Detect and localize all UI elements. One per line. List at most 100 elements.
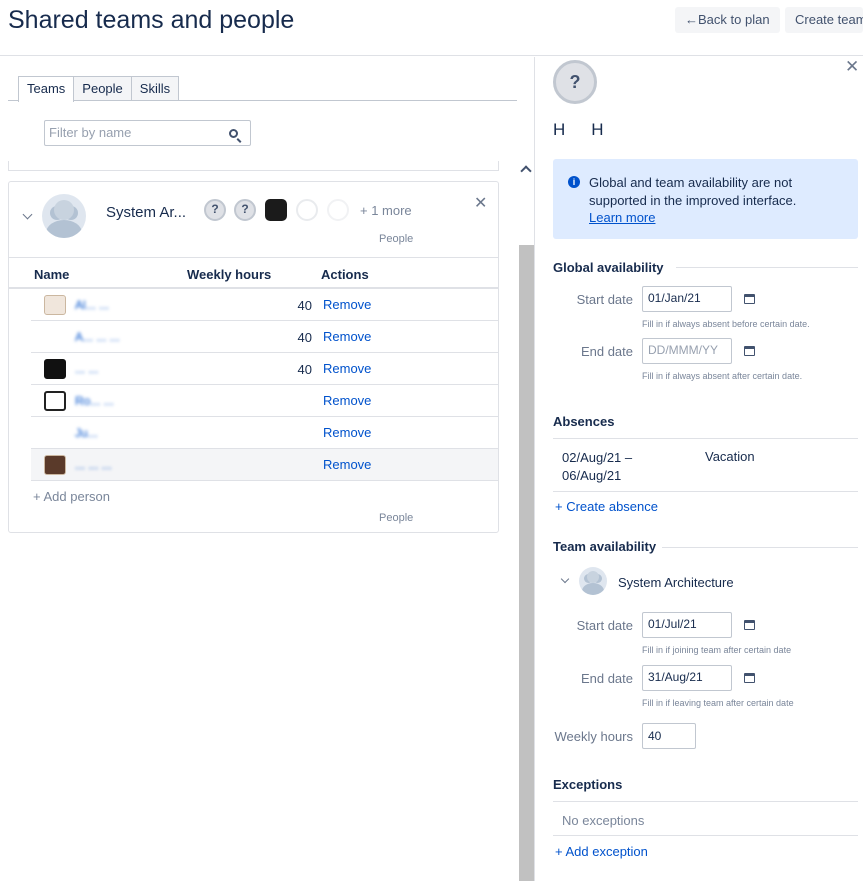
- more-members[interactable]: + 1 more: [360, 203, 412, 218]
- tab-skills[interactable]: Skills: [130, 76, 180, 101]
- exceptions-title: Exceptions: [553, 777, 623, 792]
- chevron-down-icon[interactable]: [560, 574, 570, 584]
- info-icon: i: [568, 176, 580, 188]
- person-name[interactable]: ... ... ...: [75, 458, 112, 472]
- team-avatar: [579, 567, 607, 595]
- absence-dates: 02/Aug/21 – 06/Aug/21: [562, 449, 632, 485]
- weekly-hours: 40: [297, 362, 312, 377]
- divider: [676, 267, 858, 268]
- team-avatar: [42, 194, 86, 238]
- absence-start: 02/Aug/21 –: [562, 450, 633, 465]
- team-start-date-field[interactable]: 01/Jul/21: [642, 612, 732, 638]
- table-row: ... ... 40 Remove: [31, 353, 498, 385]
- team-name[interactable]: System Ar...: [106, 204, 186, 221]
- create-absence-button[interactable]: + Create absence: [555, 499, 658, 514]
- page-title: Shared teams and people: [8, 6, 295, 34]
- info-text: Global and team availability are not sup…: [589, 175, 797, 208]
- person-name: HH: [553, 120, 630, 139]
- chevron-down-icon[interactable]: [22, 209, 33, 220]
- avatar: [44, 359, 66, 379]
- tab-bar: Teams People Skills: [18, 76, 180, 102]
- weekly-hours-field[interactable]: 40: [642, 723, 696, 749]
- team-card: System Ar... ? ? + 1 more People ✕ Name …: [8, 181, 499, 533]
- scroll-thumb[interactable]: [519, 245, 534, 881]
- member-avatar: ?: [204, 199, 226, 221]
- table-row: Al... ... 40 Remove: [31, 289, 498, 321]
- remove-button[interactable]: Remove: [323, 457, 371, 472]
- no-exceptions-text: No exceptions: [562, 813, 645, 828]
- tab-people[interactable]: People: [73, 76, 132, 101]
- teams-panel: Teams People Skills System Ar... ? ? + 1…: [0, 57, 535, 881]
- column-weekly-hours: Weekly hours: [187, 267, 272, 282]
- filter-input[interactable]: [49, 125, 219, 140]
- page-header: Shared teams and people ←Back to plan Cr…: [0, 0, 863, 56]
- absence-end: 06/Aug/21: [562, 468, 622, 483]
- add-exception-button[interactable]: + Add exception: [555, 844, 648, 859]
- avatar: ?: [553, 60, 597, 104]
- add-person-button[interactable]: + Add person: [33, 489, 110, 504]
- weekly-hours: 40: [297, 298, 312, 313]
- avatar: [44, 423, 66, 443]
- table-row: ... ... ... Remove: [31, 449, 498, 481]
- team-end-date-field[interactable]: 31/Aug/21: [642, 665, 732, 691]
- person-name[interactable]: Ro... ...: [75, 394, 114, 408]
- search-icon[interactable]: [229, 129, 238, 138]
- table-row: A... ... ... 40 Remove: [31, 321, 498, 353]
- global-end-date-field[interactable]: DD/MMM/YY: [642, 338, 732, 364]
- avatar: [44, 455, 66, 475]
- learn-more-link[interactable]: Learn more: [589, 210, 655, 225]
- avatar: [44, 327, 66, 347]
- back-to-plan-button[interactable]: ←Back to plan: [675, 7, 780, 33]
- scrollbar[interactable]: [518, 163, 534, 881]
- person-detail-panel: ✕ ? HH i Global and team availability ar…: [536, 57, 863, 881]
- member-avatar: [296, 199, 318, 221]
- member-avatar: [327, 199, 349, 221]
- calendar-icon[interactable]: [744, 673, 755, 683]
- team-end-hint: Fill in if leaving team after certain da…: [642, 698, 794, 708]
- start-date-label: Start date: [576, 618, 633, 633]
- team-availability-title: Team availability: [553, 539, 657, 554]
- divider: [662, 547, 858, 548]
- remove-button[interactable]: Remove: [323, 361, 371, 376]
- column-name: Name: [34, 267, 70, 282]
- absences-title: Absences: [553, 414, 615, 429]
- close-icon[interactable]: ✕: [845, 57, 859, 77]
- person-name[interactable]: A... ... ...: [75, 330, 120, 344]
- person-name[interactable]: Ju...: [75, 426, 98, 440]
- absence-type: Vacation: [705, 449, 755, 464]
- avatar: [44, 295, 66, 315]
- divider: [553, 491, 858, 492]
- create-team-button[interactable]: Create team: [785, 7, 863, 33]
- divider: [553, 835, 858, 836]
- calendar-icon[interactable]: [744, 620, 755, 630]
- calendar-icon[interactable]: [744, 346, 755, 356]
- calendar-icon[interactable]: [744, 294, 755, 304]
- member-avatar: ?: [234, 199, 256, 221]
- divider: [553, 801, 858, 802]
- table-row: Ro... ... Remove: [31, 385, 498, 417]
- remove-button[interactable]: Remove: [323, 297, 371, 312]
- person-name[interactable]: Al... ...: [75, 298, 109, 312]
- column-actions: Actions: [321, 267, 369, 282]
- global-start-date-field[interactable]: 01/Jan/21: [642, 286, 732, 312]
- global-availability-title: Global availability: [553, 260, 664, 275]
- people-label: People: [379, 233, 414, 245]
- person-name[interactable]: ... ...: [75, 362, 98, 376]
- team-start-hint: Fill in if joining team after certain da…: [642, 645, 792, 655]
- start-date-label: Start date: [576, 292, 633, 307]
- info-banner: i Global and team availability are not s…: [553, 159, 858, 239]
- remove-button[interactable]: Remove: [323, 329, 371, 344]
- scroll-up-icon[interactable]: [520, 165, 532, 177]
- table-row: Ju... Remove: [31, 417, 498, 449]
- avatar: [44, 391, 66, 411]
- table-header: Name Weekly hours Actions: [9, 257, 498, 289]
- member-avatar: [265, 199, 287, 221]
- divider: [553, 438, 858, 439]
- end-date-hint: Fill in if always absent after certain d…: [642, 371, 803, 381]
- close-icon[interactable]: ✕: [474, 193, 487, 213]
- team-name: System Architecture: [618, 575, 734, 590]
- remove-button[interactable]: Remove: [323, 393, 371, 408]
- remove-button[interactable]: Remove: [323, 425, 371, 440]
- end-date-label: End date: [580, 671, 633, 686]
- tab-teams[interactable]: Teams: [18, 76, 75, 102]
